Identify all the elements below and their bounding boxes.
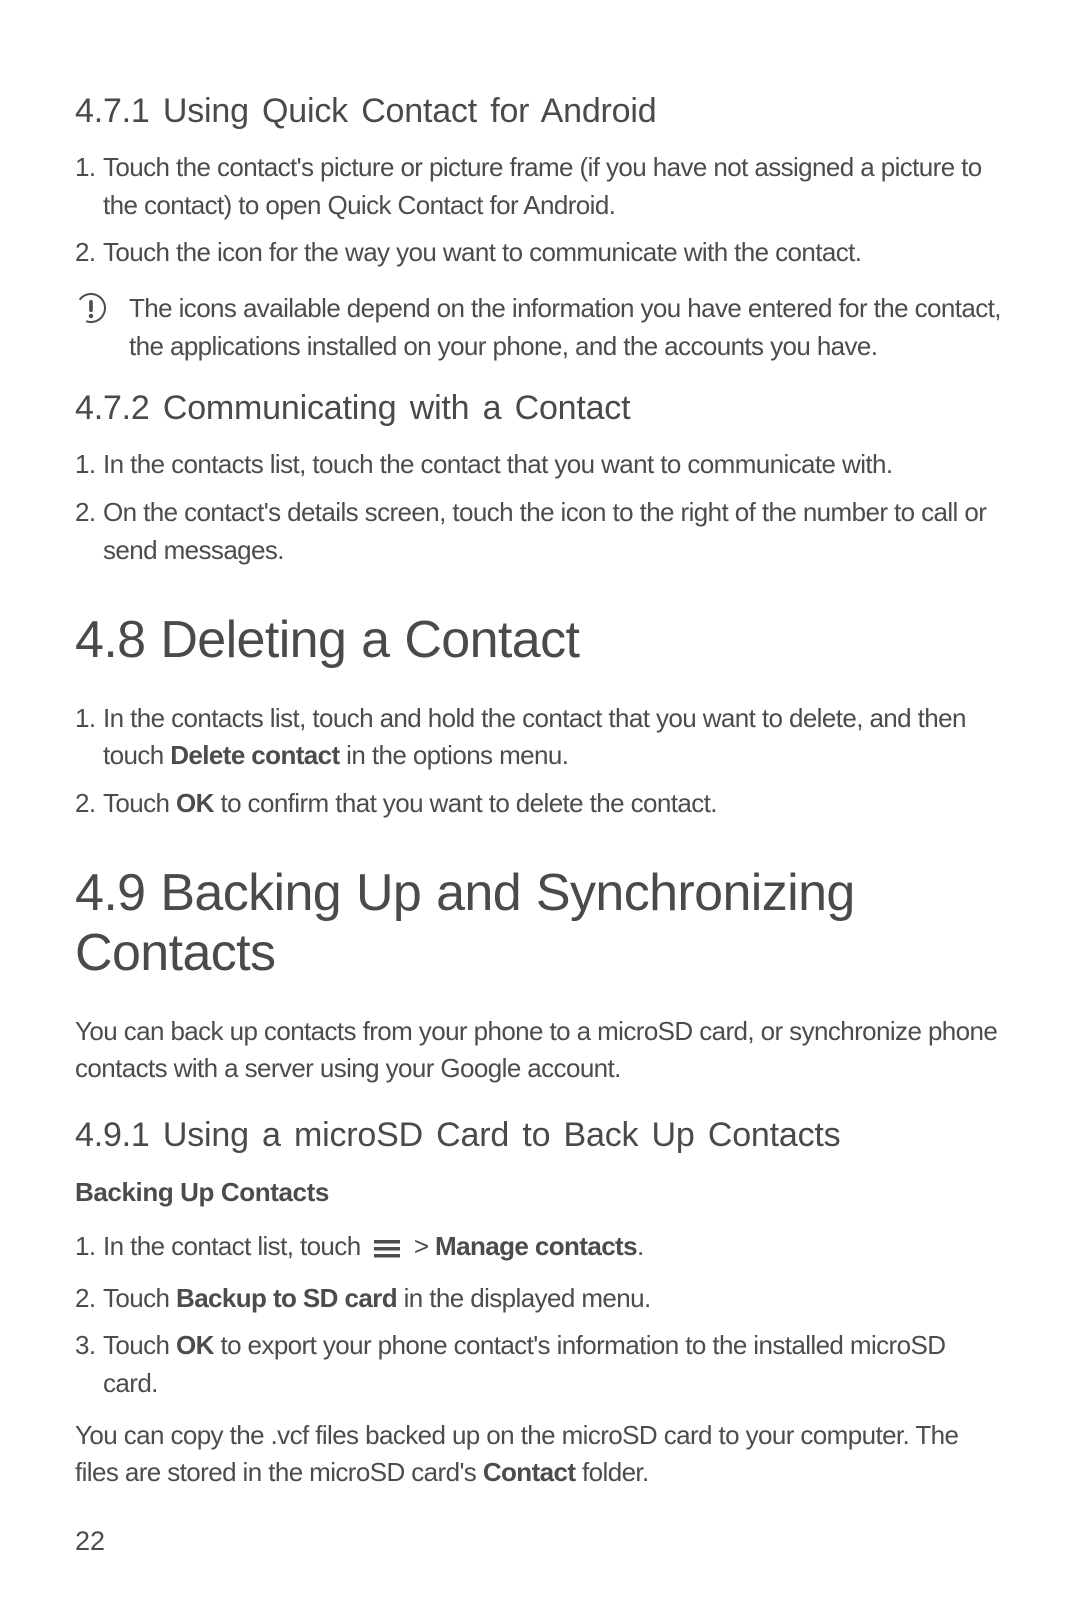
heading-4-7-2: 4.7.2 Communicating with a Contact xyxy=(75,389,1005,428)
list-text: In the contacts list, touch the contact … xyxy=(103,446,1005,484)
text: In the contact list, touch xyxy=(103,1231,367,1261)
list-4-7-2: 1. In the contacts list, touch the conta… xyxy=(75,446,1005,569)
list-text: Touch the contact's picture or picture f… xyxy=(103,149,1005,224)
bold-text: Manage contacts xyxy=(435,1231,637,1261)
list-item: 2. Touch Backup to SD card in the displa… xyxy=(75,1280,1005,1318)
text: Touch xyxy=(103,788,176,818)
bold-text: OK xyxy=(176,788,214,818)
list-text: Touch OK to export your phone contact's … xyxy=(103,1327,1005,1402)
list-text: In the contact list, touch > Manage cont… xyxy=(103,1228,1005,1270)
text: Touch xyxy=(103,1283,176,1313)
text: to export your phone contact's informati… xyxy=(103,1330,945,1398)
list-number: 2. xyxy=(75,1280,103,1318)
text: Touch xyxy=(103,1330,176,1360)
list-item: 1. In the contacts list, touch and hold … xyxy=(75,700,1005,775)
list-number: 1. xyxy=(75,1228,103,1270)
list-item: 2. Touch OK to confirm that you want to … xyxy=(75,785,1005,823)
bold-text: Backup to SD card xyxy=(176,1283,397,1313)
list-text: Touch the icon for the way you want to c… xyxy=(103,234,1005,272)
text: in the options menu. xyxy=(340,740,569,770)
heading-4-9: 4.9 Backing Up and Synchronizing Contact… xyxy=(75,863,1005,983)
list-number: 1. xyxy=(75,446,103,484)
bold-text: OK xyxy=(176,1330,214,1360)
text: . xyxy=(637,1231,644,1261)
paragraph: You can copy the .vcf files backed up on… xyxy=(75,1417,1005,1492)
heading-4-7-1: 4.7.1 Using Quick Contact for Android xyxy=(75,92,1005,131)
list-text: In the contacts list, touch and hold the… xyxy=(103,700,1005,775)
text: in the displayed menu. xyxy=(397,1283,651,1313)
text: folder. xyxy=(575,1457,648,1487)
page-number: 22 xyxy=(75,1526,105,1557)
paragraph: You can back up contacts from your phone… xyxy=(75,1013,1005,1088)
menu-icon xyxy=(373,1232,401,1270)
list-4-8: 1. In the contacts list, touch and hold … xyxy=(75,700,1005,823)
list-number: 2. xyxy=(75,234,103,272)
list-item: 3. Touch OK to export your phone contact… xyxy=(75,1327,1005,1402)
list-item: 1. In the contacts list, touch the conta… xyxy=(75,446,1005,484)
list-4-7-1: 1. Touch the contact's picture or pictur… xyxy=(75,149,1005,272)
note-block: The icons available depend on the inform… xyxy=(75,290,1005,365)
note-icon xyxy=(75,290,129,365)
bold-text: Delete contact xyxy=(170,740,339,770)
list-number: 2. xyxy=(75,494,103,569)
list-item: 2. Touch the icon for the way you want t… xyxy=(75,234,1005,272)
subheading-backing-up: Backing Up Contacts xyxy=(75,1177,1005,1208)
note-text: The icons available depend on the inform… xyxy=(129,290,1005,365)
list-item: 1. Touch the contact's picture or pictur… xyxy=(75,149,1005,224)
bold-text: Contact xyxy=(483,1457,576,1487)
list-item: 2. On the contact's details screen, touc… xyxy=(75,494,1005,569)
list-number: 2. xyxy=(75,785,103,823)
list-item: 1. In the contact list, touch > Manage c… xyxy=(75,1228,1005,1270)
list-text: Touch OK to confirm that you want to del… xyxy=(103,785,1005,823)
list-text: On the contact's details screen, touch t… xyxy=(103,494,1005,569)
text: > xyxy=(414,1231,435,1261)
heading-4-8: 4.8 Deleting a Contact xyxy=(75,610,1005,670)
list-number: 3. xyxy=(75,1327,103,1402)
text: to confirm that you want to delete the c… xyxy=(214,788,717,818)
list-text: Touch Backup to SD card in the displayed… xyxy=(103,1280,1005,1318)
list-4-9-1: 1. In the contact list, touch > Manage c… xyxy=(75,1228,1005,1403)
list-number: 1. xyxy=(75,149,103,224)
list-number: 1. xyxy=(75,700,103,775)
heading-4-9-1: 4.9.1 Using a microSD Card to Back Up Co… xyxy=(75,1116,1005,1155)
manual-page: 4.7.1 Using Quick Contact for Android 1.… xyxy=(0,0,1080,1617)
